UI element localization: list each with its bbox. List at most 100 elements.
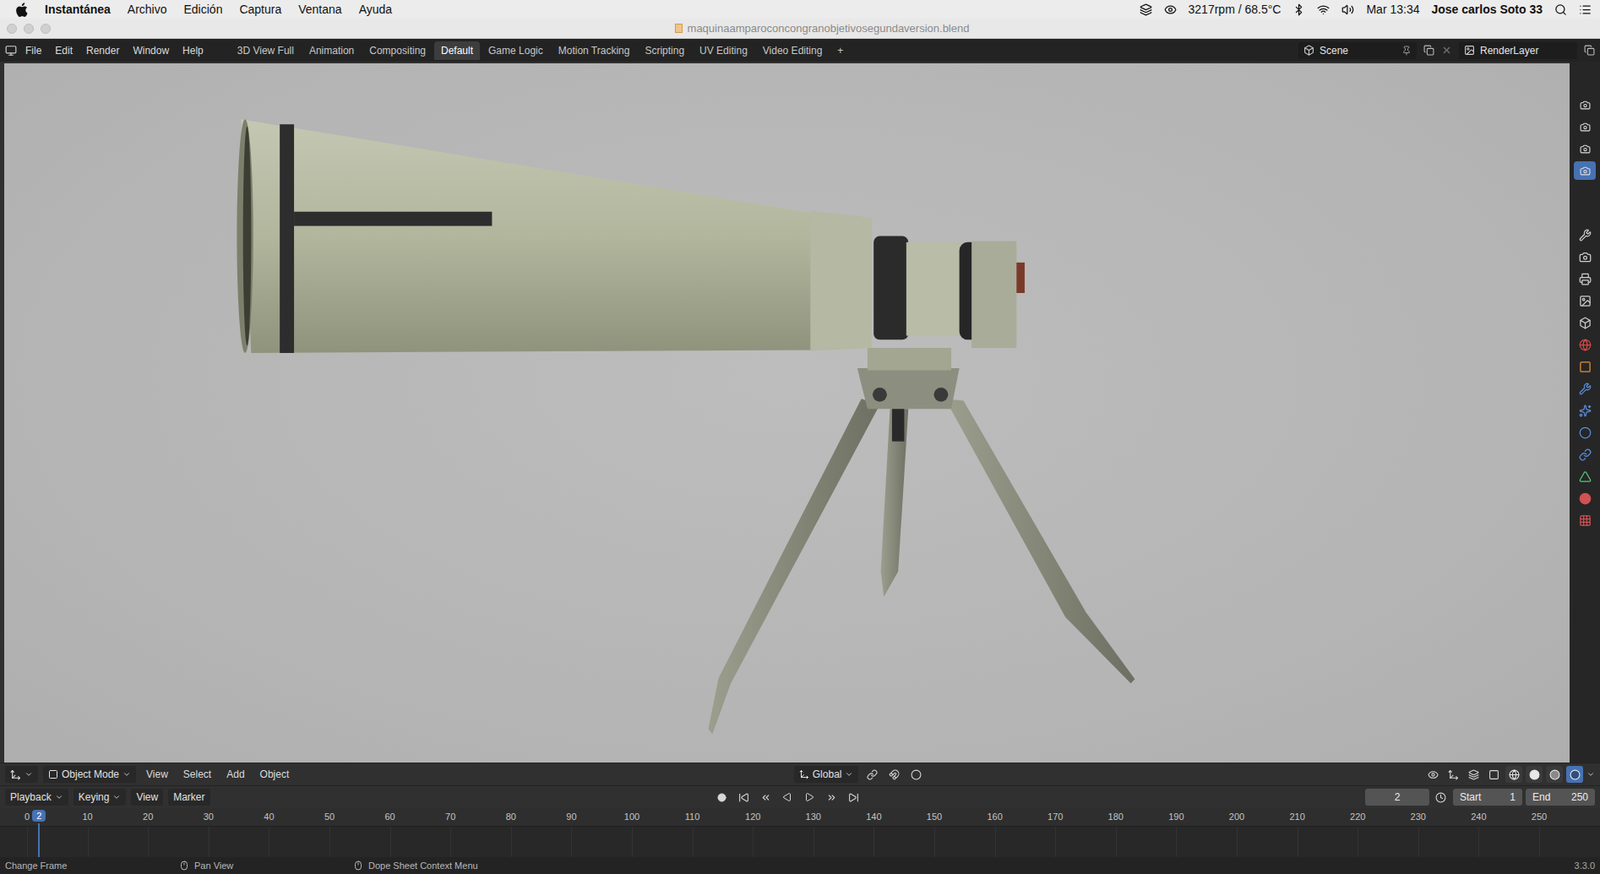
- topbar-menu[interactable]: Window: [127, 43, 175, 59]
- tool-tab[interactable]: [1573, 225, 1596, 245]
- workspace-tab[interactable]: Compositing: [362, 41, 433, 60]
- constraints-tab[interactable]: [1573, 445, 1596, 464]
- fan-monitor[interactable]: 3217rpm / 68.5°C: [1188, 2, 1282, 17]
- mac-menu-item[interactable]: Captura: [239, 2, 282, 17]
- scene-tab[interactable]: [1573, 313, 1596, 332]
- visibility-button[interactable]: [1424, 766, 1442, 784]
- viewport-menu[interactable]: Add: [221, 767, 250, 783]
- view-layer-field[interactable]: RenderLayer: [1458, 42, 1578, 60]
- eye-icon[interactable]: [1164, 3, 1177, 17]
- proportional-button[interactable]: [907, 766, 925, 784]
- 3d-viewport[interactable]: [0, 61, 1570, 763]
- search-icon[interactable]: [1554, 3, 1568, 17]
- editor-type-button[interactable]: [5, 766, 39, 784]
- render-slot-tab[interactable]: [1573, 161, 1596, 180]
- playhead-line[interactable]: [38, 823, 40, 858]
- start-frame-field[interactable]: Start1: [1453, 789, 1523, 806]
- snap-button[interactable]: [885, 766, 903, 784]
- topbar-menu[interactable]: Render: [81, 43, 125, 59]
- timeline-menu[interactable]: Marker: [168, 789, 210, 806]
- wireframe-shading-button[interactable]: [1505, 766, 1523, 784]
- frame-tick: 180: [1108, 811, 1124, 822]
- mac-menu-item[interactable]: Ventana: [298, 2, 342, 17]
- clock[interactable]: Mar 13:34: [1365, 2, 1420, 17]
- user-name[interactable]: Jose carlos Soto 33: [1431, 2, 1543, 17]
- data-tab[interactable]: [1573, 467, 1596, 486]
- app-menu[interactable]: Instantánea: [44, 2, 111, 17]
- volume-icon[interactable]: [1341, 3, 1355, 17]
- preview-range-button[interactable]: [1432, 789, 1450, 806]
- workspace-tab[interactable]: Motion Tracking: [551, 41, 637, 60]
- physics-tab[interactable]: [1573, 423, 1596, 442]
- workspace-tab[interactable]: Default: [434, 41, 480, 60]
- jump-start-button[interactable]: [734, 789, 752, 806]
- topbar-menu[interactable]: File: [20, 43, 47, 59]
- topbar-menu[interactable]: Help: [177, 43, 209, 59]
- apple-icon[interactable]: [15, 2, 28, 17]
- timeline-menu[interactable]: Keying: [73, 789, 127, 806]
- texture-tab[interactable]: [1573, 511, 1596, 530]
- shading-menu-icon[interactable]: [1586, 770, 1595, 779]
- current-frame-field[interactable]: 2: [1365, 789, 1430, 806]
- mac-menu-item[interactable]: Ayuda: [359, 2, 392, 17]
- orientation-dropdown[interactable]: Global: [794, 766, 860, 784]
- output-tab[interactable]: [1573, 269, 1596, 289]
- viewlayer-tab[interactable]: [1573, 291, 1596, 311]
- object-tab[interactable]: [1573, 357, 1596, 376]
- workspace-tab[interactable]: UV Editing: [692, 41, 755, 60]
- topbar-menu[interactable]: Edit: [49, 43, 78, 59]
- layers-icon[interactable]: [1139, 3, 1153, 17]
- render-slot-tab[interactable]: [1573, 95, 1596, 115]
- add-workspace-button[interactable]: +: [830, 41, 850, 60]
- viewport-menu[interactable]: Select: [178, 767, 217, 783]
- record-button[interactable]: [712, 789, 730, 806]
- timeline-menu[interactable]: Playback: [5, 789, 69, 806]
- pin-icon[interactable]: [1401, 45, 1412, 56]
- playhead[interactable]: 2: [32, 810, 46, 822]
- mode-dropdown[interactable]: Object Mode: [43, 766, 137, 784]
- render-slot-tab[interactable]: [1573, 117, 1596, 137]
- zoom-button[interactable]: [40, 23, 51, 34]
- render-tab[interactable]: [1573, 247, 1596, 267]
- new-scene-icon[interactable]: [1423, 44, 1435, 56]
- prev-keyframe-button[interactable]: [756, 789, 774, 806]
- world-tab[interactable]: [1573, 335, 1596, 354]
- workspace-tab[interactable]: 3D View Full: [230, 41, 301, 60]
- render-slot-tab[interactable]: [1573, 139, 1596, 158]
- material-tab[interactable]: [1573, 489, 1596, 508]
- gizmo-button[interactable]: [1444, 766, 1462, 784]
- modifier-tab[interactable]: [1573, 379, 1596, 398]
- delete-scene-icon[interactable]: [1441, 44, 1453, 56]
- new-view-layer-icon[interactable]: [1583, 44, 1595, 56]
- play-reverse-button[interactable]: [778, 789, 796, 806]
- pivot-button[interactable]: [863, 766, 881, 784]
- minimize-button[interactable]: [23, 23, 34, 34]
- play-button[interactable]: [800, 789, 818, 806]
- particles-tab[interactable]: [1573, 401, 1596, 420]
- close-button[interactable]: [6, 23, 17, 34]
- material-shading-button[interactable]: [1545, 766, 1563, 784]
- workspace-tab[interactable]: Animation: [302, 41, 361, 60]
- next-keyframe-button[interactable]: [822, 789, 840, 806]
- workspace-tab[interactable]: Game Logic: [481, 41, 550, 60]
- wifi-icon[interactable]: [1317, 3, 1330, 17]
- overlay-button[interactable]: [1464, 766, 1482, 784]
- bluetooth-icon[interactable]: [1292, 3, 1306, 17]
- timeline[interactable]: 0102030405060708090100110120130140150160…: [0, 808, 1600, 858]
- rendered-shading-button[interactable]: [1566, 766, 1584, 784]
- end-frame-field[interactable]: End250: [1525, 789, 1595, 806]
- xray-button[interactable]: [1485, 766, 1503, 784]
- workspace-tab[interactable]: Video Editing: [756, 41, 830, 60]
- solid-shading-button[interactable]: [1525, 766, 1543, 784]
- frame-tick: 20: [142, 811, 153, 822]
- notification-icon[interactable]: [1578, 3, 1592, 17]
- scene-field[interactable]: Scene: [1298, 42, 1417, 60]
- viewport-menu[interactable]: Object: [255, 767, 295, 783]
- blender-logo-icon[interactable]: [5, 44, 17, 57]
- timeline-menu[interactable]: View: [130, 789, 164, 806]
- jump-end-button[interactable]: [844, 789, 862, 806]
- workspace-tab[interactable]: Scripting: [637, 41, 692, 60]
- viewport-menu[interactable]: View: [141, 767, 174, 783]
- mac-menu-item[interactable]: Archivo: [127, 2, 168, 17]
- mac-menu-item[interactable]: Edición: [184, 2, 224, 17]
